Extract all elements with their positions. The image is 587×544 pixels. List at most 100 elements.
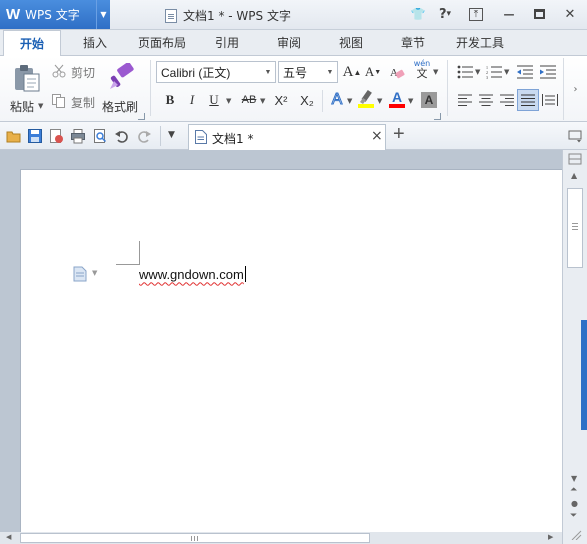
- scroll-right-icon[interactable]: ▶: [548, 533, 553, 541]
- copy-button[interactable]: 复制: [52, 92, 100, 112]
- side-panel-tab[interactable]: [581, 320, 587, 430]
- print-preview-icon[interactable]: [92, 128, 108, 144]
- decrease-indent-button[interactable]: [515, 62, 535, 82]
- character-shading-button[interactable]: A: [419, 90, 439, 110]
- increase-indent-button[interactable]: [538, 62, 558, 82]
- split-view-icon[interactable]: [568, 153, 582, 165]
- next-page-icon[interactable]: ⏷: [570, 511, 577, 521]
- cut-button[interactable]: 剪切: [52, 62, 100, 82]
- document-tab-close-icon[interactable]: ×: [371, 128, 383, 144]
- clear-format-button[interactable]: A: [387, 62, 407, 82]
- font-color-dropdown-icon[interactable]: ▼: [408, 97, 413, 105]
- skin-button[interactable]: 👕: [408, 3, 428, 25]
- tab-list-icon[interactable]: [568, 129, 582, 143]
- app-menu-button[interactable]: W WPS 文字 ▼: [0, 0, 110, 29]
- align-right-button[interactable]: [497, 90, 517, 110]
- ribbon-scroll-right-button[interactable]: ›: [563, 58, 587, 120]
- tab-references[interactable]: 引用: [204, 30, 250, 56]
- vertical-scroll-thumb[interactable]: [567, 188, 583, 268]
- minimize-button[interactable]: —: [495, 3, 523, 25]
- document-tab[interactable]: 文档1 * ×: [188, 124, 386, 150]
- tab-page-layout[interactable]: 页面布局: [130, 30, 194, 56]
- print-icon[interactable]: [70, 128, 86, 144]
- vertical-scrollbar[interactable]: ▲ ▼ ⏶ ● ⏷: [562, 150, 587, 544]
- help-arrow-icon: ▾: [446, 9, 452, 19]
- format-painter-button[interactable]: 格式刷: [102, 62, 142, 118]
- highlight-dropdown-icon[interactable]: ▼: [377, 97, 382, 105]
- chevron-right-icon: ›: [573, 83, 578, 95]
- highlight-button[interactable]: [356, 89, 376, 109]
- paste-arrow-icon[interactable]: ▼: [38, 102, 43, 110]
- tab-developer[interactable]: 开发工具: [450, 30, 510, 56]
- save-icon[interactable]: [27, 128, 43, 144]
- scroll-up-icon[interactable]: ▲: [571, 171, 577, 180]
- scroll-down-icon[interactable]: ▼: [571, 474, 577, 483]
- distributed-align-icon: [542, 94, 558, 106]
- distributed-align-button[interactable]: [540, 90, 560, 110]
- shrink-font-button[interactable]: A ▼: [363, 62, 383, 82]
- font-size-select[interactable]: 五号 ▼: [278, 61, 338, 83]
- help-button[interactable]: ? ▾: [432, 3, 458, 25]
- underline-dropdown-icon[interactable]: ▼: [226, 97, 231, 105]
- italic-button[interactable]: I: [182, 90, 202, 110]
- quick-access-more-icon[interactable]: ▼: [168, 130, 175, 140]
- superscript-button[interactable]: X²: [270, 90, 292, 110]
- document-page[interactable]: ▼ www.gndown.com: [20, 169, 562, 544]
- justify-button[interactable]: [517, 89, 539, 111]
- previous-page-icon[interactable]: ⏶: [570, 485, 577, 495]
- align-center-button[interactable]: [476, 90, 496, 110]
- tab-view[interactable]: 视图: [327, 30, 375, 56]
- text-effect-button[interactable]: A: [327, 90, 347, 110]
- new-tab-icon[interactable]: +: [393, 123, 405, 146]
- close-icon: ✕: [564, 6, 576, 22]
- grow-font-button[interactable]: A ▲: [342, 62, 362, 82]
- underline-icon: U: [209, 92, 219, 107]
- pin-button[interactable]: ⤒: [463, 3, 489, 25]
- bullets-button[interactable]: [455, 62, 475, 82]
- paragraph-handle-arrow-icon[interactable]: ▼: [92, 269, 97, 277]
- bullets-dropdown-icon[interactable]: ▼: [475, 68, 480, 76]
- underline-button[interactable]: U: [204, 90, 224, 110]
- clipboard-launcher-icon[interactable]: [138, 113, 145, 120]
- font-family-select[interactable]: Calibri (正文) ▼: [156, 61, 276, 83]
- close-button[interactable]: ✕: [556, 3, 584, 25]
- align-right-icon: [500, 94, 514, 106]
- open-folder-icon[interactable]: [6, 128, 22, 144]
- highlighter-icon: [358, 89, 374, 108]
- strikethrough-button[interactable]: AB: [238, 90, 260, 110]
- document-body[interactable]: www.gndown.com: [139, 266, 246, 282]
- export-pdf-icon[interactable]: [48, 128, 64, 144]
- app-menu-arrow-icon[interactable]: ▼: [96, 0, 110, 29]
- browse-object-icon[interactable]: ●: [571, 499, 578, 508]
- align-left-button[interactable]: [455, 90, 475, 110]
- phonetic-guide-button[interactable]: wén 文: [412, 59, 432, 79]
- strikethrough-dropdown-icon[interactable]: ▼: [260, 97, 265, 105]
- resize-grip-icon[interactable]: [568, 528, 582, 540]
- tab-insert[interactable]: 插入: [70, 30, 120, 56]
- font-family-dropdown-icon: ▼: [264, 68, 272, 76]
- text-effect-dropdown-icon[interactable]: ▼: [347, 97, 352, 105]
- tab-review[interactable]: 审阅: [265, 30, 313, 56]
- tab-chapter[interactable]: 章节: [389, 30, 437, 56]
- font-color-swatch: [389, 104, 405, 108]
- font-color-button[interactable]: A: [387, 89, 407, 109]
- title-bar: W WPS 文字 ▼ 文档1 * - WPS 文字 👕 ? ▾ ⤒ — ✕: [0, 0, 587, 30]
- phonetic-bottom: 文: [416, 67, 428, 80]
- paste-button[interactable]: 粘贴 ▼: [8, 62, 46, 118]
- horizontal-scrollbar[interactable]: ◀ ▶: [0, 532, 562, 544]
- tab-home[interactable]: 开始: [3, 30, 61, 57]
- phonetic-dropdown-icon[interactable]: ▼: [433, 68, 438, 76]
- numbering-dropdown-icon[interactable]: ▼: [504, 68, 509, 76]
- numbering-button[interactable]: 123: [484, 62, 504, 82]
- shrink-font-icon: A: [364, 64, 375, 79]
- redo-icon[interactable]: [136, 128, 152, 144]
- font-launcher-icon[interactable]: [434, 113, 441, 120]
- subscript-button[interactable]: X₂: [296, 90, 318, 110]
- horizontal-scroll-thumb[interactable]: [20, 533, 370, 543]
- paragraph-handle-icon[interactable]: [73, 266, 87, 282]
- undo-icon[interactable]: [114, 128, 130, 144]
- superscript-icon: X²: [274, 92, 288, 108]
- maximize-button[interactable]: [525, 3, 553, 25]
- scroll-left-icon[interactable]: ◀: [6, 533, 11, 541]
- bold-button[interactable]: B: [160, 90, 180, 110]
